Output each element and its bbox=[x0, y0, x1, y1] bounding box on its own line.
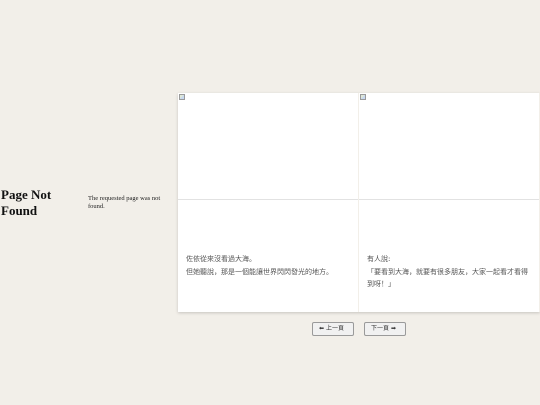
broken-image-icon bbox=[179, 94, 185, 100]
arrow-right-icon: ➡ bbox=[391, 325, 397, 332]
prev-page-button[interactable]: ⬅ 上一頁 bbox=[312, 322, 354, 336]
storybook-page: Page Not Found The requested page was no… bbox=[0, 0, 540, 405]
story-card: 佐依從來沒看過大海。 但她聽說，那是一個能讓世界閃閃發光的地方。 bbox=[178, 93, 358, 312]
story-image bbox=[359, 93, 539, 200]
broken-image-icon bbox=[360, 94, 366, 100]
story-line: 「要看到大海，就要有很多朋友，大家一起看才看得到呀！」 bbox=[367, 267, 528, 289]
story-image bbox=[178, 93, 358, 200]
story-cards: 佐依從來沒看過大海。 但她聽說，那是一個能讓世界閃閃發光的地方。 有人說: 「要… bbox=[178, 93, 540, 312]
story-card: 有人說: 「要看到大海，就要有很多朋友，大家一起看才看得到呀！」 bbox=[359, 93, 539, 312]
arrow-left-icon: ⬅ bbox=[319, 325, 325, 332]
story-line: 佐依從來沒看過大海。 bbox=[186, 255, 256, 263]
story-text: 有人說: 「要看到大海，就要有很多朋友，大家一起看才看得到呀！」 bbox=[367, 253, 531, 291]
story-line: 有人說: bbox=[367, 255, 391, 263]
error-title: Page Not Found bbox=[1, 187, 52, 218]
story-text: 佐依從來沒看過大海。 但她聽說，那是一個能讓世界閃閃發光的地方。 bbox=[186, 253, 350, 278]
next-page-button[interactable]: 下一頁 ➡ bbox=[364, 322, 406, 336]
story-line: 但她聽說，那是一個能讓世界閃閃發光的地方。 bbox=[186, 267, 333, 276]
error-message: The requested page was not found. bbox=[88, 195, 161, 210]
next-page-label: 下一頁 bbox=[371, 325, 390, 332]
prev-page-label: 上一頁 bbox=[326, 325, 345, 332]
